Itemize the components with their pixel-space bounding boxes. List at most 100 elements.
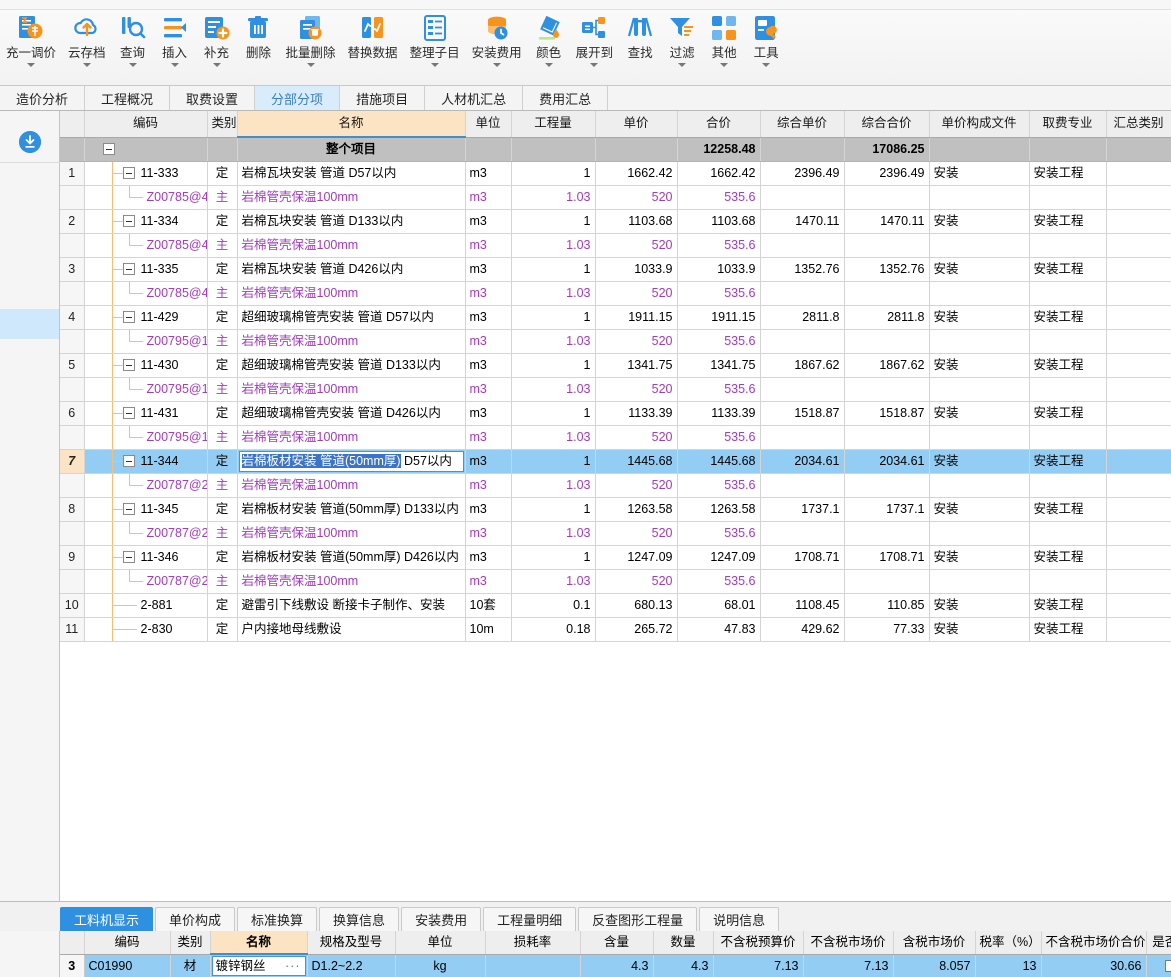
row-cell-name[interactable]: 岩棉管壳保温100mm bbox=[237, 473, 466, 498]
row-cell-category[interactable] bbox=[1106, 257, 1171, 282]
row-cell-zh-price[interactable]: 1352.76 bbox=[760, 257, 845, 282]
row-cell-profession[interactable]: 安装工程 bbox=[1029, 161, 1107, 186]
detail-tab-1[interactable]: 单价构成 bbox=[155, 907, 236, 931]
row-cell-amount[interactable]: 1247.09 bbox=[677, 545, 761, 570]
row-cell-name[interactable]: 超细玻璃棉管壳安装 管道 D133以内 bbox=[237, 353, 466, 378]
row-cell-category[interactable] bbox=[1106, 329, 1171, 354]
boq-col-header-9[interactable]: 综合合价 bbox=[844, 111, 930, 138]
detail-col-header-7[interactable]: 含量 bbox=[580, 931, 654, 955]
row-cell-profession[interactable]: 安装工程 bbox=[1029, 545, 1107, 570]
row-expander-icon[interactable] bbox=[122, 214, 135, 227]
chevron-down-icon[interactable] bbox=[128, 63, 137, 67]
row-cell-price-file[interactable] bbox=[929, 425, 1030, 450]
row-cell-name[interactable]: 岩棉板材安装 管道(50mm厚) D426以内 bbox=[237, 545, 466, 570]
row-cell-unit[interactable]: m3 bbox=[465, 329, 512, 354]
chevron-down-icon[interactable] bbox=[762, 63, 771, 67]
row-cell-zh-price[interactable]: 429.62 bbox=[760, 617, 845, 642]
detail-col-header-10[interactable]: 不含税市场价 bbox=[803, 931, 894, 955]
row-cell-price-file[interactable]: 安装 bbox=[929, 545, 1030, 570]
row-cell-unit[interactable]: m3 bbox=[465, 233, 512, 258]
row-cell-category[interactable] bbox=[1106, 377, 1171, 402]
row-cell-code[interactable]: 11-333 bbox=[84, 161, 208, 186]
row-cell-code[interactable]: 2-830 bbox=[84, 617, 208, 642]
row-cell-category[interactable] bbox=[1106, 497, 1171, 522]
detail-col-header-5[interactable]: 单位 bbox=[395, 931, 486, 955]
row-cell-unit[interactable]: m3 bbox=[465, 449, 512, 474]
row-cell-price-file[interactable]: 安装 bbox=[929, 353, 1030, 378]
row-cell-qty[interactable]: 0.1 bbox=[511, 593, 596, 618]
row-cell-kind[interactable]: 定 bbox=[207, 497, 238, 522]
row-cell-amount[interactable]: 535.6 bbox=[677, 473, 761, 498]
row-cell-category[interactable] bbox=[1106, 473, 1171, 498]
row-cell-unit[interactable]: m3 bbox=[465, 161, 512, 186]
row-cell-profession[interactable]: 安装工程 bbox=[1029, 617, 1107, 642]
row-cell-name[interactable]: 岩棉板材安装 管道(50mm厚) D57以内 bbox=[237, 449, 466, 474]
download-circle-icon[interactable] bbox=[19, 131, 41, 153]
row-cell-zh-price[interactable] bbox=[760, 281, 845, 306]
table-row[interactable]: Z00787@2 主岩棉管壳保温100mm m3 1.03 520 535.6 bbox=[60, 569, 1171, 594]
row-cell-unit[interactable]: m3 bbox=[465, 401, 512, 426]
row-cell-zh-price[interactable] bbox=[760, 425, 845, 450]
table-row[interactable]: Z00787@2 主岩棉管壳保温100mm m3 1.03 520 535.6 bbox=[60, 521, 1171, 546]
row-expander-icon[interactable] bbox=[122, 406, 135, 419]
table-row[interactable]: 11 2-830 定户内接地母线敷设 10m 0.18 265.72 47.83 429.62… bbox=[60, 617, 1171, 642]
row-cell-kind[interactable]: 定 bbox=[207, 257, 238, 282]
row-cell-category[interactable] bbox=[1106, 569, 1171, 594]
row-cell-price-file[interactable] bbox=[929, 281, 1030, 306]
toolbar-button-organize-items[interactable]: 整理子目 bbox=[404, 11, 466, 67]
row-cell-zh-price[interactable]: 2396.49 bbox=[760, 161, 845, 186]
row-cell-code[interactable]: 11-335 bbox=[84, 257, 208, 282]
boq-col-header-11[interactable]: 取费专业 bbox=[1029, 111, 1107, 138]
toolbar-button-replace-data[interactable]: 替换数据 bbox=[342, 11, 404, 67]
row-cell-zh-amount[interactable] bbox=[844, 377, 930, 402]
boq-col-header-12[interactable]: 汇总类别 bbox=[1106, 111, 1171, 138]
toolbar-button-filter-funnel[interactable]: 过滤 bbox=[661, 11, 703, 67]
toolbar-button-batch-delete[interactable]: 批量删除 bbox=[280, 11, 342, 67]
row-cell-amount[interactable]: 535.6 bbox=[677, 425, 761, 450]
row-cell-price-file[interactable] bbox=[929, 233, 1030, 258]
detail-tab-4[interactable]: 安装费用 bbox=[401, 907, 482, 931]
row-cell-zh-amount[interactable] bbox=[844, 281, 930, 306]
row-cell-kind[interactable]: 主 bbox=[207, 473, 238, 498]
row-cell-category[interactable] bbox=[1106, 593, 1171, 618]
row-cell-category[interactable] bbox=[1106, 353, 1171, 378]
row-cell-kind[interactable]: 主 bbox=[207, 521, 238, 546]
row-cell-name[interactable]: 岩棉管壳保温100mm bbox=[237, 233, 466, 258]
row-cell-zh-amount[interactable]: 1352.76 bbox=[844, 257, 930, 282]
row-cell-qty[interactable]: 1.03 bbox=[511, 473, 596, 498]
sidebar-selected-band[interactable] bbox=[0, 309, 59, 339]
row-cell-zh-price[interactable] bbox=[760, 185, 845, 210]
row-cell-code[interactable]: Z00787@2 bbox=[84, 473, 208, 498]
row-cell-price-file[interactable] bbox=[929, 185, 1030, 210]
detail-cell-kind[interactable]: 材 bbox=[170, 954, 211, 977]
row-cell-zh-price[interactable]: 1737.1 bbox=[760, 497, 845, 522]
row-cell-price[interactable]: 1033.9 bbox=[595, 257, 678, 282]
row-cell-price[interactable]: 1662.42 bbox=[595, 161, 678, 186]
row-cell-code[interactable]: 11-431 bbox=[84, 401, 208, 426]
row-expander-icon[interactable] bbox=[122, 502, 135, 515]
row-cell-name[interactable]: 户内接地母线敷设 bbox=[237, 617, 466, 642]
row-cell-price[interactable]: 680.13 bbox=[595, 593, 678, 618]
row-cell-amount[interactable]: 1911.15 bbox=[677, 305, 761, 330]
row-cell-qty[interactable]: 1 bbox=[511, 449, 596, 474]
detail-col-header-8[interactable]: 数量 bbox=[653, 931, 714, 955]
boq-table-body[interactable]: 整个项目 12258.48 17086.25 1 11-333 定岩棉瓦块安装 管道 D5… bbox=[60, 137, 1171, 642]
detail-col-header-9[interactable]: 不含税预算价 bbox=[713, 931, 804, 955]
boq-col-header-3[interactable]: 名称 bbox=[237, 111, 466, 138]
row-cell-zh-amount[interactable]: 1470.11 bbox=[844, 209, 930, 234]
row-cell-kind[interactable]: 主 bbox=[207, 569, 238, 594]
row-expander-icon[interactable] bbox=[122, 358, 135, 371]
chevron-down-icon[interactable] bbox=[590, 63, 599, 67]
boq-col-header-2[interactable]: 类别 bbox=[207, 111, 238, 138]
chevron-down-icon[interactable] bbox=[492, 63, 501, 67]
row-cell-name[interactable]: 避雷引下线敷设 断接卡子制作、安装 bbox=[237, 593, 466, 618]
row-cell-price-file[interactable]: 安装 bbox=[929, 305, 1030, 330]
row-cell-category[interactable] bbox=[1106, 185, 1171, 210]
row-cell-qty[interactable]: 1.03 bbox=[511, 425, 596, 450]
tab-5[interactable]: 人材机汇总 bbox=[425, 86, 524, 110]
chevron-down-icon[interactable] bbox=[212, 63, 221, 67]
row-cell-category[interactable] bbox=[1106, 305, 1171, 330]
row-cell-qty[interactable]: 1.03 bbox=[511, 569, 596, 594]
row-expander-icon[interactable] bbox=[122, 262, 135, 275]
row-cell-profession[interactable]: 安装工程 bbox=[1029, 257, 1107, 282]
